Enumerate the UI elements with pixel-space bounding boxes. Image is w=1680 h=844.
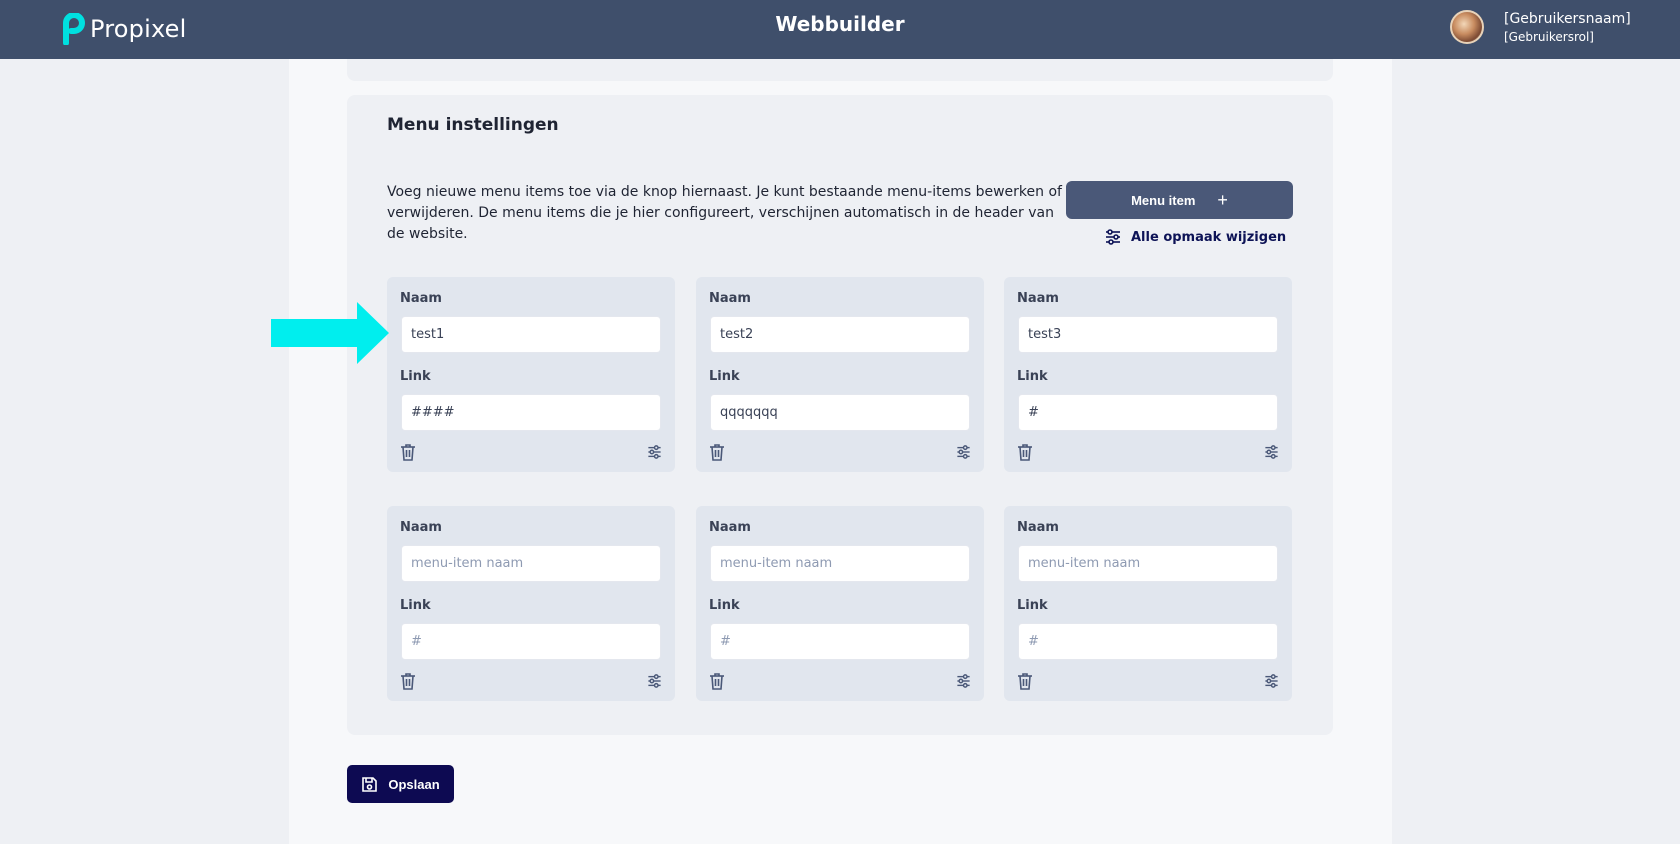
- menu-item-card: Naam Link: [696, 277, 984, 472]
- highlight-arrow-icon: [271, 302, 389, 364]
- sliders-icon[interactable]: [647, 674, 662, 688]
- sliders-icon[interactable]: [956, 674, 971, 688]
- link-label: Link: [709, 369, 740, 384]
- link-label: Link: [709, 598, 740, 613]
- name-input[interactable]: [710, 316, 970, 353]
- name-input[interactable]: [401, 316, 661, 353]
- save-button-label: Opslaan: [388, 776, 440, 792]
- link-label: Link: [1017, 598, 1048, 613]
- avatar[interactable]: [1450, 10, 1484, 44]
- sliders-icon[interactable]: [956, 445, 971, 459]
- trash-icon[interactable]: [400, 443, 416, 461]
- panel-title: Menu instellingen: [387, 115, 559, 135]
- name-label: Naam: [400, 520, 442, 535]
- name-label: Naam: [709, 520, 751, 535]
- edit-all-styles-label: Alle opmaak wijzigen: [1131, 229, 1287, 245]
- app-title: Webbuilder: [775, 12, 905, 36]
- name-label: Naam: [400, 291, 442, 306]
- link-input[interactable]: [401, 394, 661, 431]
- add-menu-item-label: Menu item: [1131, 192, 1196, 208]
- name-input[interactable]: [1018, 545, 1278, 582]
- menu-item-card: Naam Link: [387, 506, 675, 701]
- edit-all-styles-link[interactable]: Alle opmaak wijzigen: [1105, 229, 1286, 245]
- name-label: Naam: [1017, 520, 1059, 535]
- sliders-icon[interactable]: [647, 445, 662, 459]
- add-menu-item-button[interactable]: Menu item +: [1066, 181, 1293, 219]
- name-input[interactable]: [1018, 316, 1278, 353]
- menu-item-card: Naam Link: [696, 506, 984, 701]
- trash-icon[interactable]: [1017, 672, 1033, 690]
- panel-description: Voeg nieuwe menu items toe via de knop h…: [387, 184, 1062, 242]
- top-bar: Propixel Webbuilder [Gebruikersnaam] [Ge…: [0, 0, 1680, 59]
- link-label: Link: [400, 369, 431, 384]
- name-input[interactable]: [710, 545, 970, 582]
- link-input[interactable]: [710, 394, 970, 431]
- link-input[interactable]: [1018, 623, 1278, 660]
- link-input[interactable]: [401, 623, 661, 660]
- trash-icon[interactable]: [709, 672, 725, 690]
- previous-section-card: [347, 59, 1333, 81]
- menu-item-card: Naam Link: [387, 277, 675, 472]
- user-role: [Gebruikersrol]: [1504, 29, 1594, 44]
- floppy-disk-icon: [362, 776, 378, 792]
- sliders-icon[interactable]: [1264, 674, 1279, 688]
- user-name: [Gebruikersnaam]: [1504, 10, 1631, 27]
- link-input[interactable]: [710, 623, 970, 660]
- menu-item-card: Naam Link: [1004, 506, 1292, 701]
- name-label: Naam: [1017, 291, 1059, 306]
- sliders-icon: [1106, 229, 1120, 245]
- name-label: Naam: [709, 291, 751, 306]
- save-button[interactable]: Opslaan: [347, 765, 454, 803]
- sliders-icon[interactable]: [1264, 445, 1279, 459]
- link-input[interactable]: [1018, 394, 1278, 431]
- trash-icon[interactable]: [400, 672, 416, 690]
- user-menu[interactable]: [Gebruikersnaam] [Gebruikersrol]: [1450, 10, 1631, 44]
- plus-icon: +: [1217, 189, 1228, 210]
- trash-icon[interactable]: [1017, 443, 1033, 461]
- name-input[interactable]: [401, 545, 661, 582]
- link-label: Link: [400, 598, 431, 613]
- link-label: Link: [1017, 369, 1048, 384]
- trash-icon[interactable]: [709, 443, 725, 461]
- menu-item-card: Naam Link: [1004, 277, 1292, 472]
